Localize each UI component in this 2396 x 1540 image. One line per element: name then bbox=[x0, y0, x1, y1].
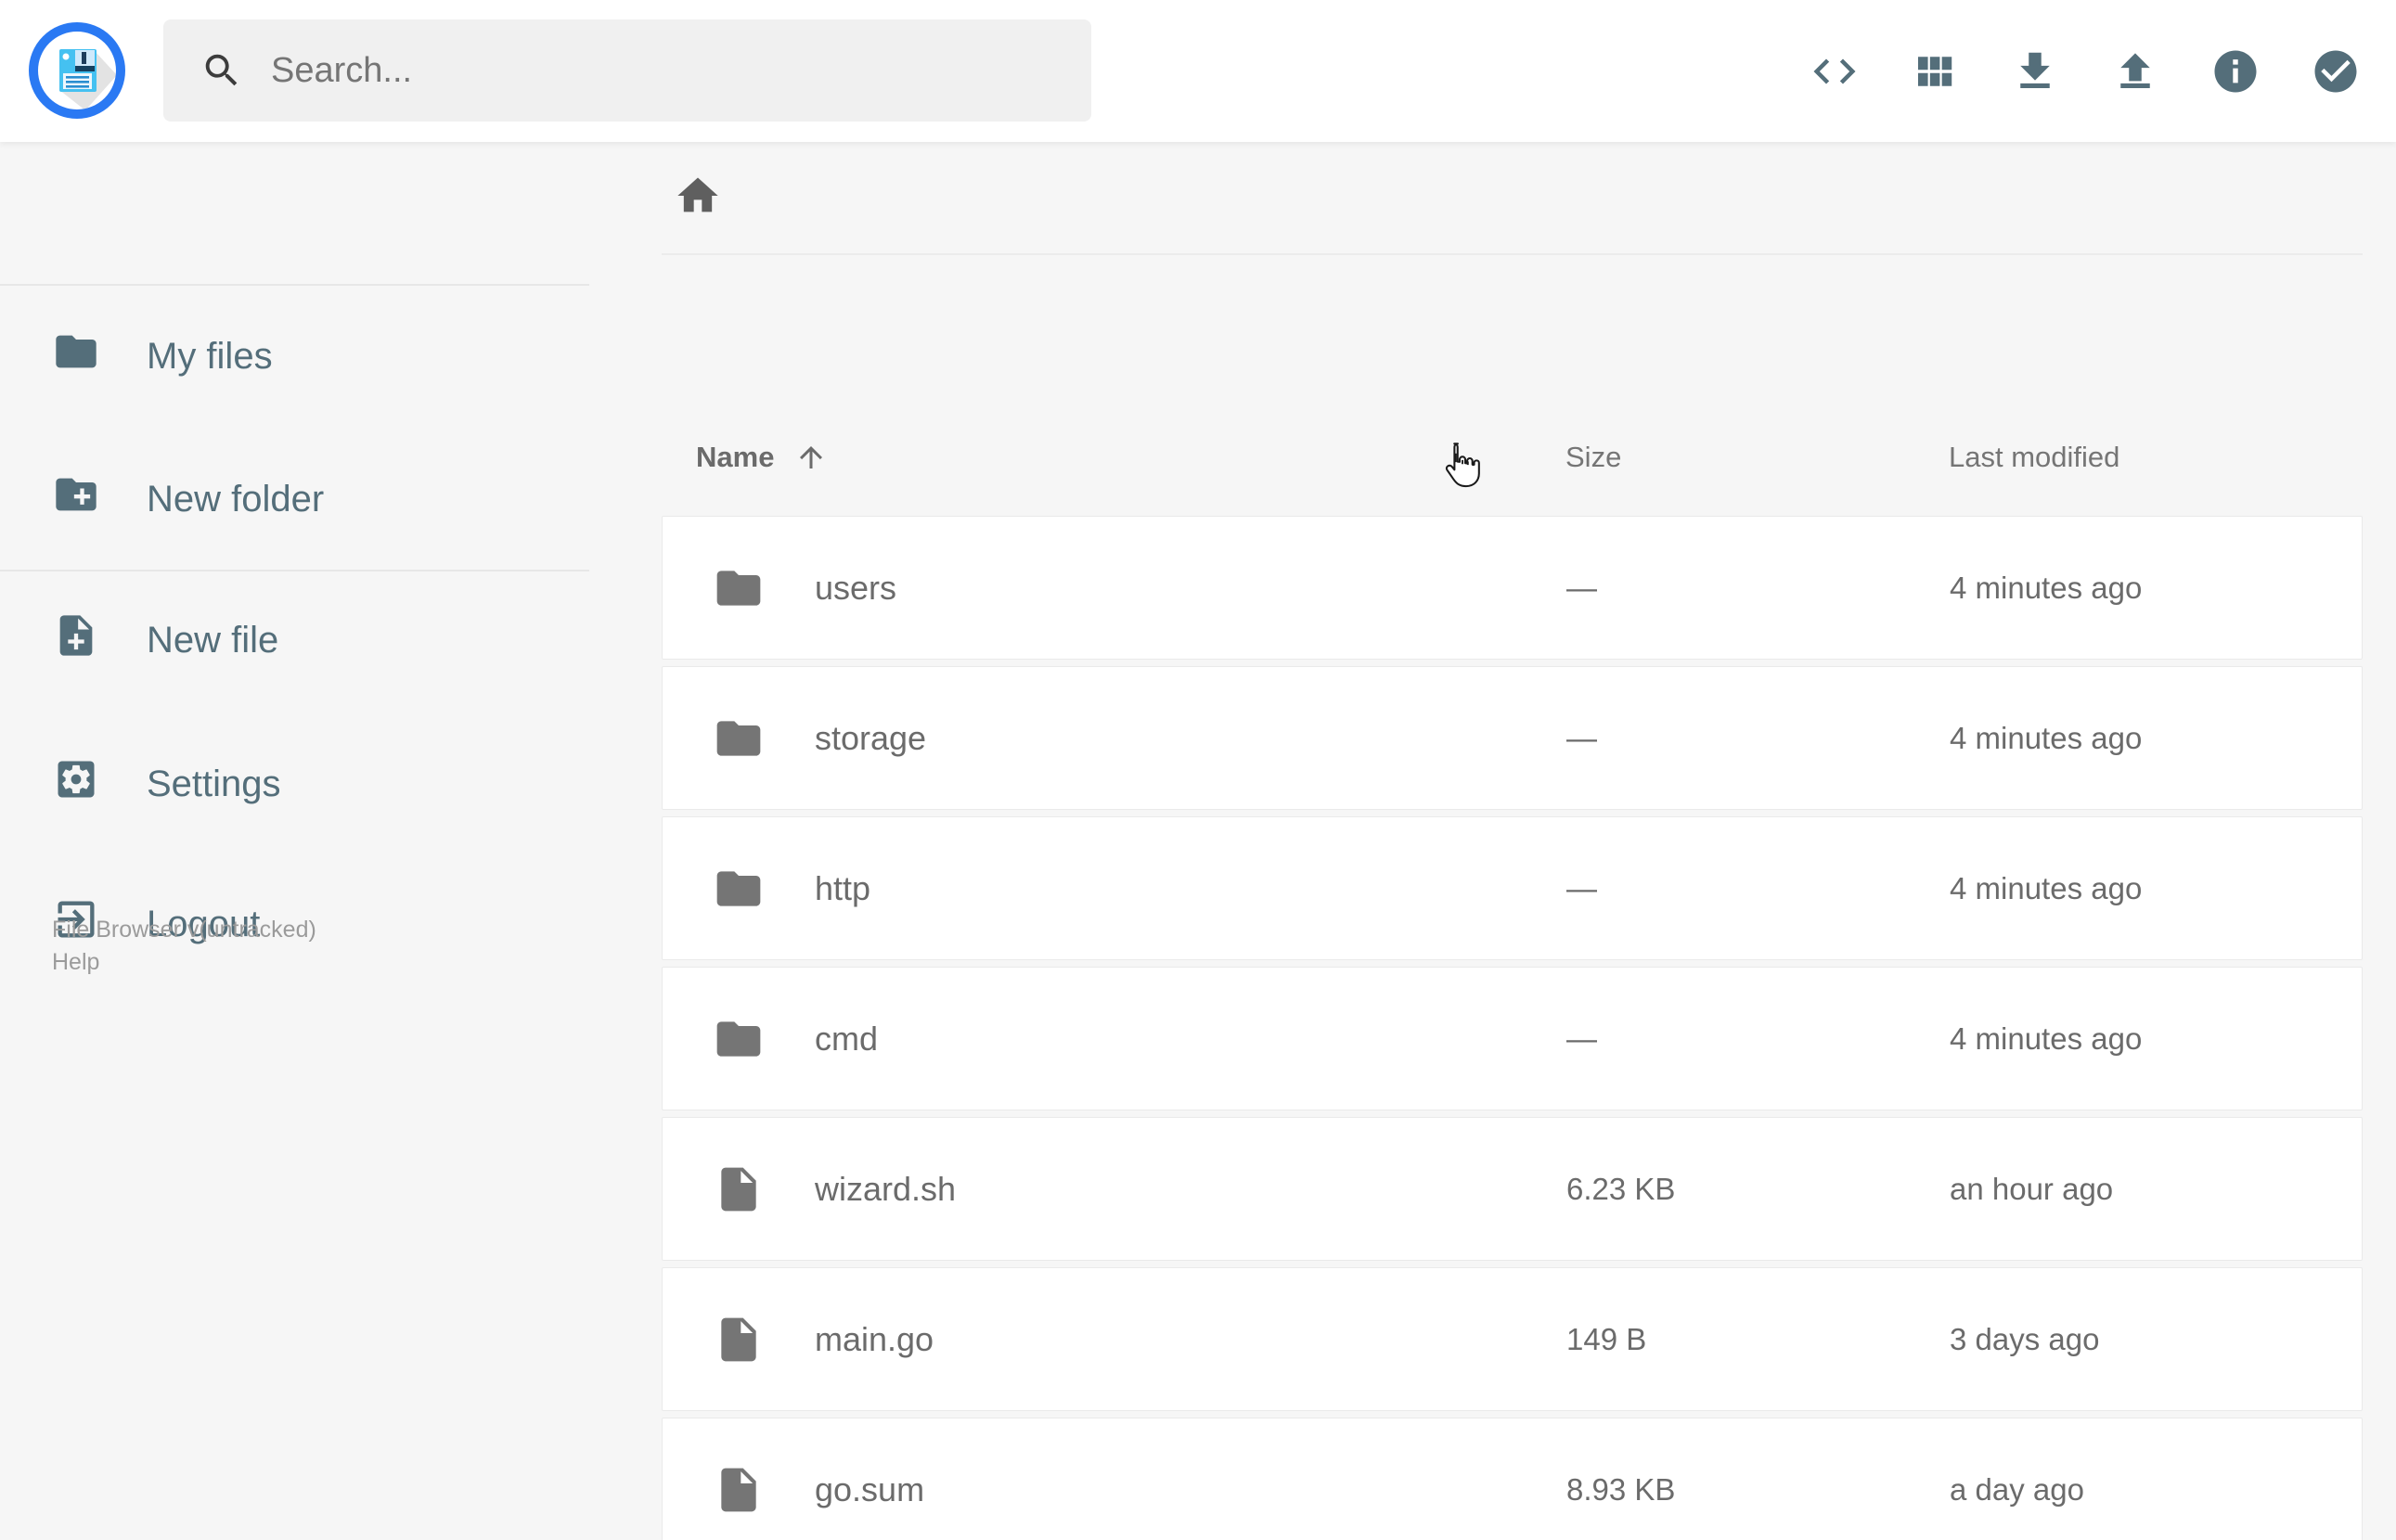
file-row-go.sum[interactable]: go.sum 8.93 KB a day ago bbox=[662, 1418, 2363, 1540]
folder-icon bbox=[56, 335, 97, 368]
sidebar-footer: File Browser v(untracked) Help bbox=[52, 914, 316, 979]
sidebar-item-new-folder[interactable]: New folder bbox=[0, 448, 612, 550]
breadcrumb-divider bbox=[662, 253, 2363, 255]
folder-icon bbox=[713, 863, 765, 915]
file-row-cmd[interactable]: cmd — 4 minutes ago bbox=[662, 967, 2363, 1110]
sort-by-modified-header[interactable]: Last modified bbox=[1949, 441, 2119, 474]
app-version-text: File Browser v(untracked) bbox=[52, 917, 316, 943]
arrow-up-icon bbox=[800, 446, 823, 468]
download-button[interactable] bbox=[2010, 46, 2060, 96]
file-row-users[interactable]: users — 4 minutes ago bbox=[662, 516, 2363, 660]
filebrowser-app: Search... My files New folder New file S… bbox=[0, 0, 2396, 1540]
listing-header: Name Size Last modified bbox=[662, 420, 2363, 494]
sidebar-item-settings[interactable]: Settings bbox=[0, 733, 612, 835]
row-size: 8.93 KB bbox=[1566, 1471, 1676, 1507]
search-icon bbox=[205, 54, 238, 86]
row-name: users bbox=[815, 568, 897, 607]
file-row-http[interactable]: http — 4 minutes ago bbox=[662, 816, 2363, 960]
sidebar-item-my-files[interactable]: My files bbox=[0, 305, 612, 407]
code-icon bbox=[1813, 58, 1856, 83]
check-circle-icon bbox=[2314, 50, 2357, 92]
file-listing: Name Size Last modified users — 4 minute… bbox=[662, 142, 2363, 1540]
sidebar-item-new-file[interactable]: New file bbox=[0, 589, 612, 691]
row-modified: 4 minutes ago bbox=[1950, 1020, 2143, 1056]
row-name: wizard.sh bbox=[815, 1169, 957, 1208]
sidebar: My files New folder New file Settings Lo… bbox=[0, 142, 612, 1540]
floppy-logo-icon bbox=[29, 22, 125, 119]
grid-view-button[interactable] bbox=[1910, 46, 1960, 96]
row-modified: 3 days ago bbox=[1950, 1321, 2100, 1356]
sort-by-size-header[interactable]: Size bbox=[1565, 441, 1621, 474]
upload-button[interactable] bbox=[2110, 46, 2160, 96]
sidebar-item-label: My files bbox=[147, 335, 273, 377]
file-row-main.go[interactable]: main.go 149 B 3 days ago bbox=[662, 1267, 2363, 1411]
folder-icon bbox=[713, 712, 765, 764]
search-placeholder: Search... bbox=[271, 50, 413, 90]
app-logo[interactable] bbox=[28, 21, 126, 120]
create-new-folder-icon bbox=[56, 478, 97, 511]
file-rows: users — 4 minutes ago storage — 4 minute… bbox=[662, 516, 2363, 1540]
folder-icon bbox=[713, 1013, 765, 1065]
grid-view-icon bbox=[1918, 56, 1952, 86]
file-icon bbox=[713, 1163, 765, 1215]
sidebar-divider bbox=[0, 570, 589, 571]
topbar-actions bbox=[1759, 0, 2361, 142]
row-modified: an hour ago bbox=[1950, 1171, 2114, 1206]
raw-view-button[interactable] bbox=[1810, 46, 1860, 96]
row-name: http bbox=[815, 868, 871, 907]
file-row-wizard.sh[interactable]: wizard.sh 6.23 KB an hour ago bbox=[662, 1117, 2363, 1261]
file-icon bbox=[713, 1464, 765, 1516]
help-link[interactable]: Help bbox=[52, 946, 99, 979]
upload-icon bbox=[2120, 52, 2150, 88]
row-size: — bbox=[1566, 1020, 1597, 1056]
search-input[interactable]: Search... bbox=[163, 19, 1091, 122]
row-name: cmd bbox=[815, 1019, 879, 1058]
row-modified: a day ago bbox=[1950, 1471, 2084, 1507]
row-size: 149 B bbox=[1566, 1321, 1647, 1356]
row-modified: 4 minutes ago bbox=[1950, 720, 2143, 755]
sort-by-name-header[interactable]: Name bbox=[696, 441, 828, 474]
row-size: — bbox=[1566, 720, 1597, 755]
info-button[interactable] bbox=[2210, 46, 2261, 96]
settings-icon bbox=[58, 761, 95, 798]
row-size: — bbox=[1566, 570, 1597, 605]
sidebar-item-label: Settings bbox=[147, 763, 281, 804]
folder-icon bbox=[713, 562, 765, 614]
row-modified: 4 minutes ago bbox=[1950, 870, 2143, 905]
row-size: — bbox=[1566, 870, 1597, 905]
topbar: Search... bbox=[0, 0, 2396, 142]
breadcrumb-home-button[interactable] bbox=[674, 172, 722, 220]
file-icon bbox=[713, 1314, 765, 1366]
row-name: go.sum bbox=[815, 1469, 925, 1508]
download-icon bbox=[2020, 52, 2050, 88]
sidebar-item-label: New folder bbox=[147, 478, 325, 520]
sidebar-item-label: New file bbox=[147, 619, 279, 661]
row-size: 6.23 KB bbox=[1566, 1171, 1676, 1206]
sidebar-divider bbox=[0, 284, 589, 286]
row-name: main.go bbox=[815, 1319, 934, 1358]
select-multiple-button[interactable] bbox=[2311, 46, 2361, 96]
file-row-storage[interactable]: storage — 4 minutes ago bbox=[662, 666, 2363, 810]
home-icon bbox=[677, 177, 718, 212]
row-name: storage bbox=[815, 718, 927, 757]
new-file-icon bbox=[59, 615, 93, 656]
info-icon bbox=[2214, 50, 2257, 92]
row-modified: 4 minutes ago bbox=[1950, 570, 2143, 605]
